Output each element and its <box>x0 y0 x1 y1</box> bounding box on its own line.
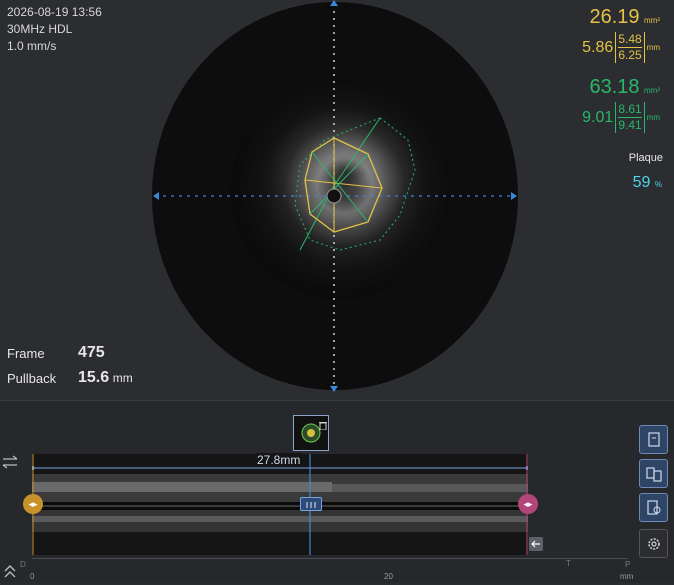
swap-arrows-icon[interactable] <box>1 455 19 469</box>
settings-button[interactable] <box>639 529 668 558</box>
lumen-diam-unit: mm <box>646 43 660 52</box>
lumen-area-unit: mm² <box>644 16 660 25</box>
length-measure-label: 27.8mm <box>255 453 303 467</box>
lumen-diam-a: 5.48 <box>618 32 642 48</box>
vessel-diam-b: 9.41 <box>618 118 642 132</box>
plaque-measurement: 59 % <box>633 174 662 192</box>
longitudinal-image[interactable] <box>32 454 528 555</box>
pullback-row: Pullback 15.6 mm <box>7 369 133 386</box>
datetime-label: 2026-08-19 13:56 <box>7 5 102 19</box>
vessel-diam-fraction: 8.61 9.41 <box>615 102 645 133</box>
back-arrow-icon[interactable] <box>529 537 543 551</box>
probe-label: 30MHz HDL <box>7 22 73 36</box>
pullback-unit: mm <box>112 371 133 385</box>
compare-frames-button[interactable] <box>639 459 668 488</box>
lumen-diam-fraction: 5.48 6.25 <box>615 32 645 63</box>
frame-slider-handle[interactable] <box>300 497 322 511</box>
axis-unit-label: mm <box>620 572 634 581</box>
location-bookmark-icon <box>646 499 660 515</box>
ivus-cross-section-panel: 2026-08-19 13:56 30MHz HDL 1.0 mm/s 26.1… <box>0 0 674 398</box>
lumen-measurement: 26.19 mm² <box>589 6 660 29</box>
frame-label: Frame <box>7 346 45 361</box>
axis-line <box>32 558 628 559</box>
pullback-value: 15.6 <box>78 369 110 386</box>
location-bookmark-button[interactable] <box>639 493 668 522</box>
axis-d-label: D <box>20 560 26 569</box>
vessel-area-unit: mm² <box>644 86 660 95</box>
trash-icon[interactable] <box>319 417 327 431</box>
frame-value: 475 <box>78 344 105 361</box>
pullback-value-group: 15.6 mm <box>78 369 133 387</box>
lumen-diam-b: 6.25 <box>618 48 642 62</box>
pullback-label: Pullback <box>7 371 57 386</box>
left-range-handle[interactable]: ◂▸ <box>23 494 43 514</box>
axis-start-label: 0 <box>30 572 35 581</box>
compare-frames-icon <box>645 466 662 482</box>
vessel-area-value: 63.18 <box>589 76 640 98</box>
right-range-handle[interactable]: ◂▸ <box>518 494 538 514</box>
vessel-measurement: 63.18 mm² <box>589 76 660 99</box>
gear-icon <box>647 537 660 550</box>
ultrasound-image[interactable] <box>150 0 520 398</box>
axis-p-label: P <box>625 560 631 569</box>
plaque-label: Plaque <box>628 152 663 164</box>
vessel-min-diam: 9.01 <box>582 108 614 126</box>
ref-report-button[interactable] <box>639 425 668 454</box>
frame-thumbnail[interactable] <box>293 415 329 451</box>
lumen-area-value: 26.19 <box>589 6 640 28</box>
plaque-unit: % <box>654 180 662 189</box>
vessel-diam-unit: mm <box>646 113 660 122</box>
ref-report-icon <box>647 431 660 447</box>
vessel-diameter: 9.01 8.61 9.41 mm <box>582 102 660 133</box>
header-info: 2026-08-19 13:56 30MHz HDL 1.0 mm/s <box>7 4 102 55</box>
plaque-value: 59 <box>632 174 651 191</box>
axis-t-label: T <box>566 559 571 568</box>
frame-row: Frame 475 <box>7 344 105 361</box>
longitudinal-view-panel: 27.8mm ◂▸ ◂▸ D 0 20 T P mm <box>0 400 674 583</box>
vessel-diam-a: 8.61 <box>618 102 642 118</box>
catheter-center <box>326 188 342 204</box>
lumen-min-diam: 5.86 <box>582 38 614 56</box>
double-chevron-up-icon[interactable] <box>3 564 17 580</box>
lumen-diameter: 5.86 5.48 6.25 mm <box>582 32 660 63</box>
axis-mid-label: 20 <box>384 572 393 581</box>
speed-label: 1.0 mm/s <box>7 39 57 53</box>
